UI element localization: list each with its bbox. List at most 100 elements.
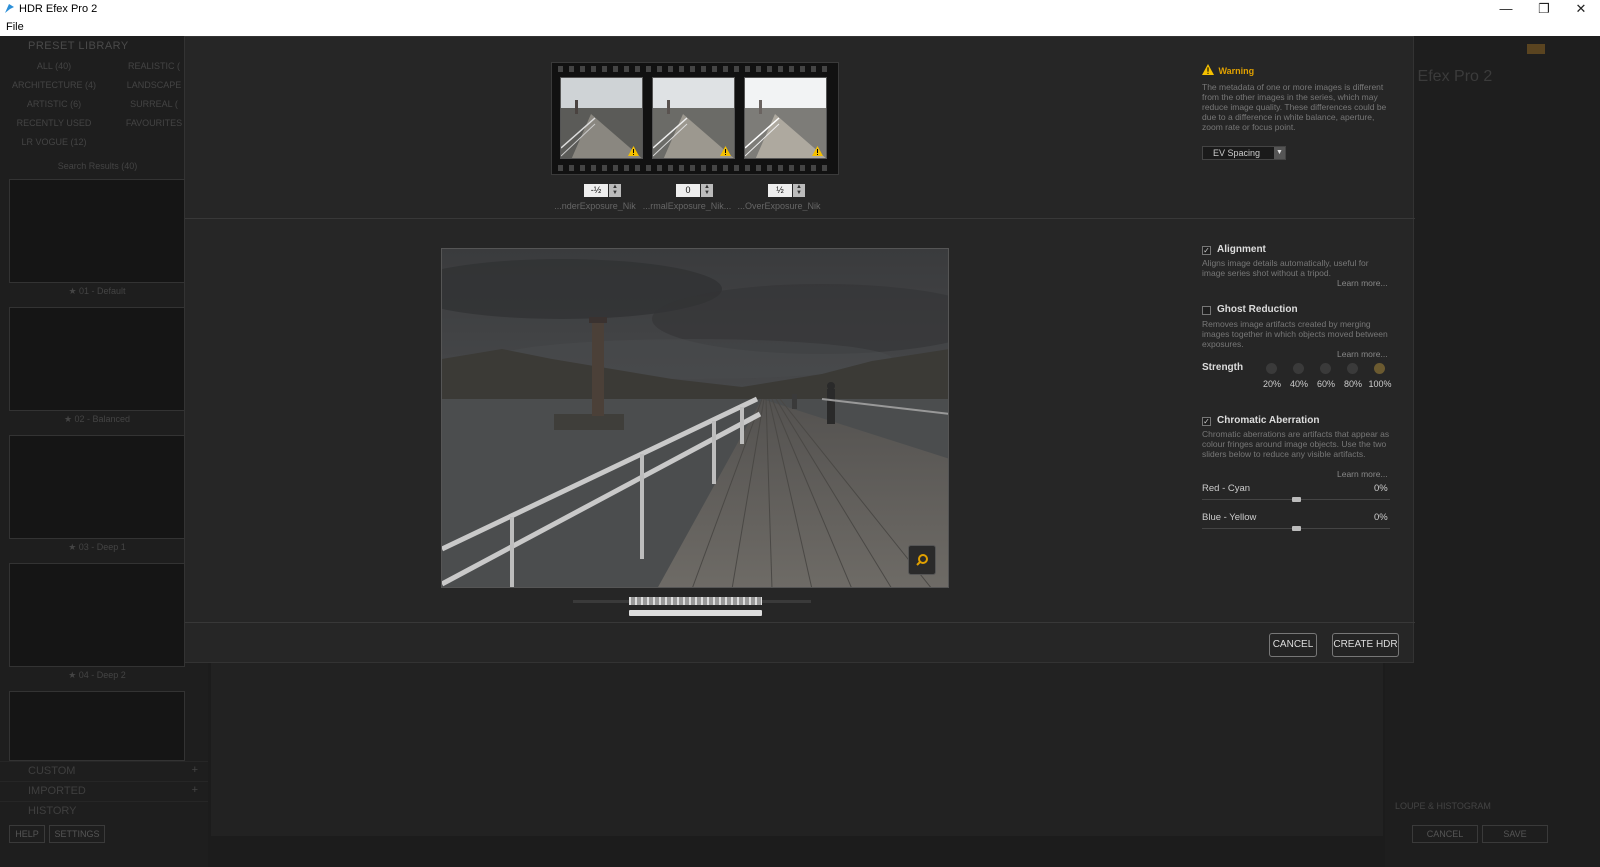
settings-button[interactable]: SETTINGS (49, 825, 105, 843)
ev-stepper-3[interactable]: ▲ ▼ (793, 184, 805, 197)
exposure-strip-area: -½ ▲ ▼ ...nderExposure_Nik 0 ▲ ▼ ...rmalEx… (185, 37, 1415, 219)
chromatic-aberration-title: Chromatic Aberration (1217, 415, 1320, 426)
ev-spacing-select[interactable]: EV Spacing ▼ (1202, 146, 1286, 160)
strength-option-60[interactable] (1320, 363, 1331, 374)
ghost-reduction-title: Ghost Reduction (1217, 304, 1298, 315)
warning-text: The metadata of one or more images is di… (1202, 82, 1387, 132)
app-icon (5, 4, 14, 13)
preset-label: ★ 03 - Deep 1 (68, 542, 126, 552)
strength-option-100[interactable] (1374, 363, 1385, 374)
ghost-reduction-description: Removes image artifacts created by mergi… (1202, 319, 1388, 349)
close-button[interactable]: ✕ (1562, 0, 1600, 19)
search-results-label: Search Results (40) (57, 161, 138, 171)
preset-thumbnail[interactable] (9, 691, 185, 761)
category-all[interactable]: ALL (40) (4, 61, 104, 71)
hdr-preview-image[interactable] (441, 248, 949, 588)
ev-value-input-3[interactable]: ½ (768, 184, 792, 197)
red-cyan-label: Red - Cyan (1202, 483, 1251, 494)
exposure-thumbnail-3[interactable] (744, 77, 827, 159)
strength-label-100: 100% (1368, 379, 1392, 389)
right-panel: DR Efex Pro 2 LOUPE & HISTOGRAM CANCEL S… (1385, 36, 1600, 867)
preview-split-slider[interactable] (629, 610, 762, 616)
minimize-button[interactable]: — (1487, 0, 1525, 19)
red-cyan-value: 0% (1374, 483, 1388, 494)
preset-label: ★ 01 - Default (68, 286, 126, 296)
preset-thumbnail[interactable] (9, 307, 185, 411)
menu-file[interactable]: File (6, 21, 24, 33)
preview-scroll-thumb[interactable] (629, 597, 762, 605)
warning-icon (720, 146, 731, 156)
add-icon[interactable]: + (192, 784, 198, 796)
metadata-warning: Warning The metadata of one or more imag… (1202, 61, 1402, 132)
preset-label: ★ 02 - Balanced (63, 414, 131, 424)
ev-stepper-2[interactable]: ▲ ▼ (701, 184, 713, 197)
preset-thumbnail[interactable] (9, 563, 185, 667)
main-cancel-button[interactable]: CANCEL (1412, 825, 1478, 843)
blue-yellow-value: 0% (1374, 512, 1388, 523)
category-architecture[interactable]: ARCHITECTURE (4) (4, 80, 104, 90)
strength-label-60: 60% (1316, 379, 1335, 389)
magnifier-icon (916, 554, 928, 566)
chromatic-aberration-description: Chromatic aberrations are artifacts that… (1202, 429, 1390, 459)
chevron-down-icon: ▼ (796, 190, 802, 196)
brand-logo (1527, 44, 1545, 54)
strength-label-80: 80% (1343, 379, 1362, 389)
ev-stepper-1[interactable]: ▲ ▼ (609, 184, 621, 197)
help-button[interactable]: HELP (9, 825, 45, 843)
chevron-down-icon: ▼ (612, 190, 618, 196)
category-artistic[interactable]: ARTISTIC (6) (4, 99, 104, 109)
exposure-filename-2: ...rmalExposure_Nik... (642, 201, 732, 211)
section-imported[interactable]: IMPORTED + (0, 781, 208, 800)
title-bar: HDR Efex Pro 2 — ❐ ✕ (0, 0, 1600, 19)
warning-icon (812, 146, 823, 156)
strength-option-40[interactable] (1293, 363, 1304, 374)
blue-yellow-label: Blue - Yellow (1202, 512, 1257, 523)
exposure-thumbnail-2[interactable] (652, 77, 735, 159)
add-icon[interactable]: + (192, 764, 198, 776)
strength-option-20[interactable] (1266, 363, 1277, 374)
exposure-filename-3: ...OverExposure_Nik (737, 201, 821, 211)
loupe-histogram-toggle[interactable]: LOUPE & HISTOGRAM (1395, 801, 1491, 811)
chromatic-learn-more-link[interactable]: Learn more... (1337, 469, 1388, 479)
cancel-button[interactable]: CANCEL (1269, 633, 1317, 657)
category-lr-vogue[interactable]: LR VOGUE (12) (4, 137, 104, 147)
alignment-learn-more-link[interactable]: Learn more... (1337, 278, 1388, 288)
create-hdr-button[interactable]: CREATE HDR (1332, 633, 1399, 657)
maximize-button[interactable]: ❐ (1525, 0, 1563, 19)
zoom-button[interactable] (908, 545, 936, 575)
strength-label-40: 40% (1289, 379, 1308, 389)
filmstrip (551, 62, 839, 175)
ghost-learn-more-link[interactable]: Learn more... (1337, 349, 1388, 359)
film-sprockets (558, 66, 832, 72)
merge-dialog: -½ ▲ ▼ ...nderExposure_Nik 0 ▲ ▼ ...rmalEx… (184, 36, 1415, 663)
pier-preview-image (442, 249, 948, 587)
film-sprockets (558, 165, 832, 171)
chromatic-aberration-checkbox[interactable]: ✓ (1202, 417, 1211, 426)
preset-library-panel: PRESET LIBRARY ALL (40) REALISTIC ( ARCH… (0, 36, 208, 867)
main-save-button[interactable]: SAVE (1482, 825, 1548, 843)
preset-label: ★ 04 - Deep 2 (68, 670, 126, 680)
ev-value-input-2[interactable]: 0 (676, 184, 700, 197)
preset-thumbnail[interactable] (9, 435, 185, 539)
chevron-down-icon: ▼ (704, 190, 710, 196)
menu-bar: File (0, 19, 1600, 36)
ev-spacing-value: EV Spacing (1213, 148, 1261, 158)
strength-label-20: 20% (1262, 379, 1281, 389)
chevron-down-icon[interactable]: ▼ (1274, 147, 1285, 159)
ev-value-input-1[interactable]: -½ (584, 184, 608, 197)
warning-title: Warning (1218, 66, 1255, 76)
red-cyan-slider-handle[interactable] (1292, 497, 1301, 502)
section-custom[interactable]: CUSTOM + (0, 761, 208, 780)
section-history[interactable]: HISTORY (0, 801, 208, 820)
preset-library-header[interactable]: PRESET LIBRARY (0, 36, 208, 58)
category-recently-used[interactable]: RECENTLY USED (4, 118, 104, 128)
strength-label: Strength (1202, 362, 1244, 373)
exposure-filename-1: ...nderExposure_Nik (554, 201, 636, 211)
exposure-thumbnail-1[interactable] (560, 77, 643, 159)
strength-option-80[interactable] (1347, 363, 1358, 374)
ghost-reduction-checkbox[interactable] (1202, 306, 1211, 315)
alignment-description: Aligns image details automatically, usef… (1202, 258, 1369, 278)
preset-thumbnail[interactable] (9, 179, 185, 283)
alignment-checkbox[interactable]: ✓ (1202, 246, 1211, 255)
blue-yellow-slider-handle[interactable] (1292, 526, 1301, 531)
